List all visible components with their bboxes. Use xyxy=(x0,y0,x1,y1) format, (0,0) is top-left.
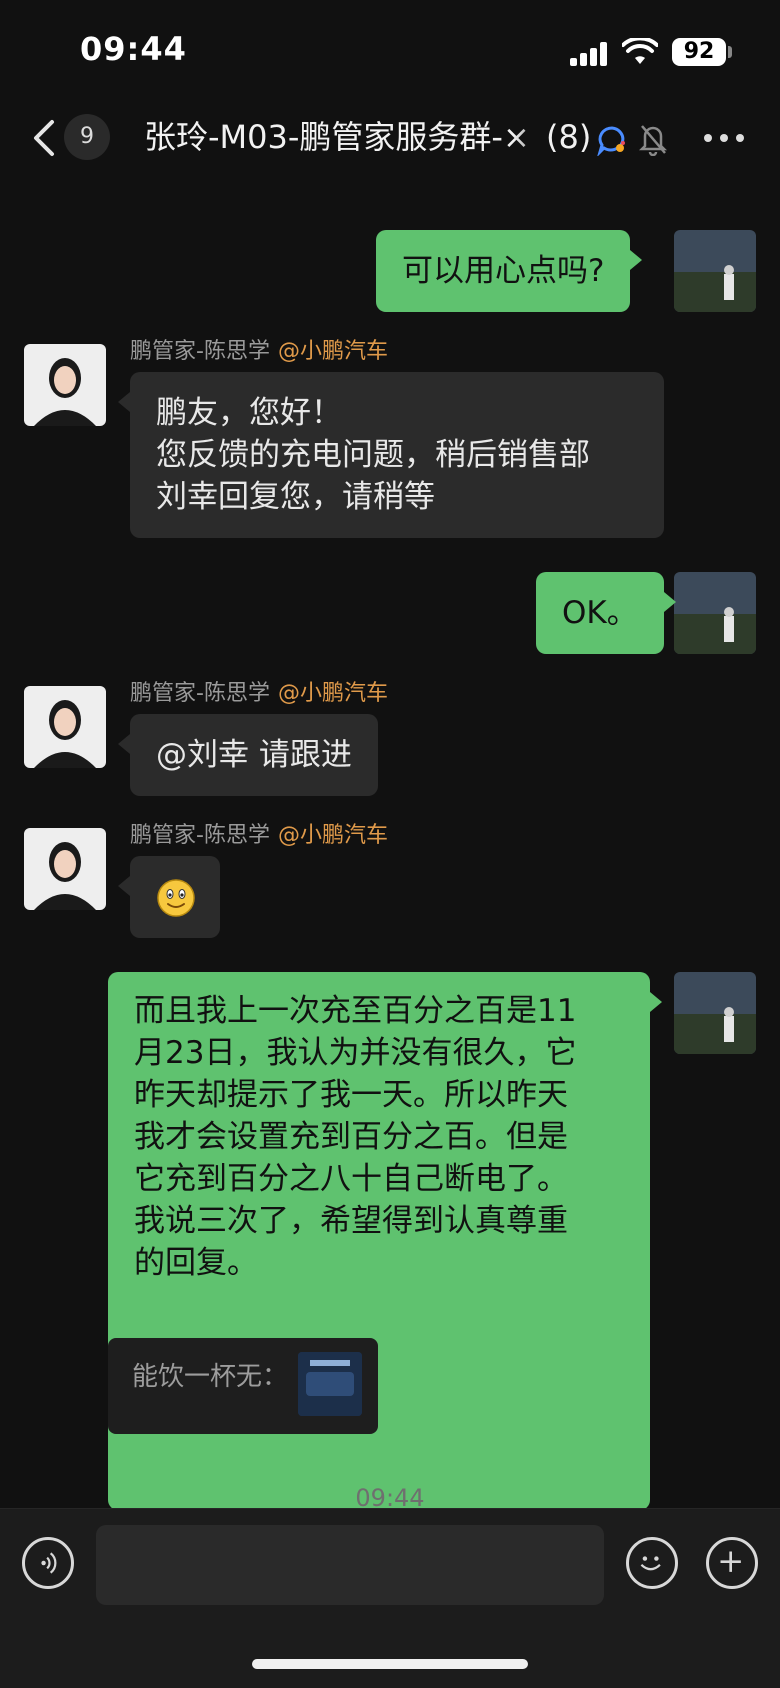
smile-emoji-icon xyxy=(157,879,195,917)
message-line: 我说三次了，希望得到认真尊重 xyxy=(134,1203,568,1239)
battery-tip xyxy=(728,46,732,58)
chat-header: 9 张玲-M03-鹏管家服务群-× (8) xyxy=(0,100,780,182)
quote-text: 能饮一杯无： xyxy=(132,1362,289,1392)
message-line: 它充到百分之八十自己断电了。 xyxy=(134,1161,568,1197)
message-line: 您反馈的充电问题，稍后销售部 xyxy=(156,437,590,473)
sender-info: 鹏管家-陈思学 @小鹏汽车 xyxy=(130,680,388,708)
group-title[interactable]: 张玲-M03-鹏管家服务群-× xyxy=(144,114,564,160)
message-line: 月23日，我认为并没有很久，它 xyxy=(134,1035,577,1071)
unread-count-badge[interactable]: 9 xyxy=(64,114,110,160)
message-line: 刘幸回复您，请稍等 xyxy=(156,479,435,515)
quoted-message[interactable]: 能饮一杯无： xyxy=(108,1338,378,1434)
back-chevron-icon[interactable] xyxy=(30,118,58,158)
sender-org: @小鹏汽车 xyxy=(277,823,388,848)
message-bubble-incoming[interactable]: 鹏友，您好！ 您反馈的充电问题，稍后销售部 刘幸回复您，请稍等 xyxy=(118,372,664,538)
message-text: 可以用心点吗? xyxy=(402,253,605,289)
wifi-icon xyxy=(622,38,658,64)
voice-input-icon[interactable] xyxy=(22,1537,74,1589)
input-bar xyxy=(0,1508,780,1688)
staff-avatar[interactable] xyxy=(24,344,106,426)
more-actions-plus-icon[interactable] xyxy=(706,1537,758,1589)
sender-info: 鹏管家-陈思学 @小鹏汽车 xyxy=(130,822,388,850)
status-time: 09:44 xyxy=(80,30,187,68)
message-line: 而且我上一次充至百分之百是11 xyxy=(134,993,577,1029)
sender-name: 鹏管家-陈思学 xyxy=(130,339,270,364)
staff-avatar[interactable] xyxy=(24,828,106,910)
chat-screen: 09:44 92 9 张玲-M03-鹏管家服务群-× (8) 可以用心点吗? 鹏… xyxy=(0,0,780,1688)
emoji-picker-icon[interactable] xyxy=(626,1537,678,1589)
mute-bell-icon xyxy=(638,125,668,156)
message-text: @刘幸 请跟进 xyxy=(156,737,352,773)
my-avatar[interactable] xyxy=(674,230,756,312)
battery-indicator: 92 xyxy=(672,38,726,66)
quote-image-thumbnail[interactable] xyxy=(298,1352,362,1416)
staff-avatar[interactable] xyxy=(24,686,106,768)
sender-name: 鹏管家-陈思学 xyxy=(130,823,270,848)
message-line: 昨天却提示了我一天。所以昨天 xyxy=(134,1077,568,1113)
home-indicator[interactable] xyxy=(252,1659,528,1669)
member-count[interactable]: (8) xyxy=(546,114,591,160)
message-bubble-incoming[interactable]: @刘幸 请跟进 xyxy=(118,714,378,796)
my-avatar[interactable] xyxy=(674,572,756,654)
message-line: 我才会设置充到百分之百。但是 xyxy=(134,1119,568,1155)
message-bubble-outgoing[interactable]: OK。 xyxy=(536,572,676,654)
ai-assistant-icon[interactable] xyxy=(596,124,628,156)
message-list[interactable]: 可以用心点吗? 鹏管家-陈思学 @小鹏汽车 鹏友，您好！ 您反馈的充电问题，稍后销… xyxy=(0,182,780,1508)
message-line: 的回复。 xyxy=(134,1245,258,1281)
sender-info: 鹏管家-陈思学 @小鹏汽车 xyxy=(130,338,388,366)
message-line: 鹏友，您好！ xyxy=(156,395,342,431)
message-bubble-incoming[interactable] xyxy=(118,856,220,938)
message-text: OK。 xyxy=(562,595,638,631)
sender-org: @小鹏汽车 xyxy=(277,681,388,706)
cellular-signal-icon xyxy=(570,42,610,66)
more-options-icon[interactable] xyxy=(704,134,744,144)
message-input[interactable] xyxy=(96,1525,604,1605)
my-avatar[interactable] xyxy=(674,972,756,1054)
message-bubble-outgoing[interactable]: 可以用心点吗? xyxy=(376,230,643,312)
sender-name: 鹏管家-陈思学 xyxy=(130,681,270,706)
status-bar: 09:44 92 xyxy=(0,0,780,100)
sender-org: @小鹏汽车 xyxy=(277,339,388,364)
